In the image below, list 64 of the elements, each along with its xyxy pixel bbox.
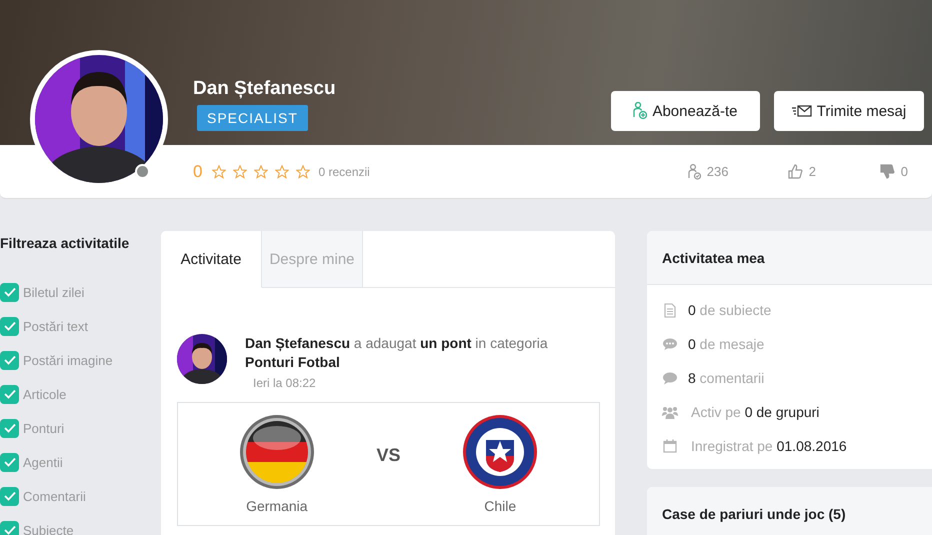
check-icon [4,389,16,399]
filter-heading: Filtreaza activitatile [0,235,130,251]
star-icon [275,164,290,178]
envelope-icon [792,105,812,117]
checkbox[interactable] [0,282,19,302]
team-name: Chile [484,498,516,514]
check-icon [4,423,16,433]
filter-label: Articole [23,386,66,402]
user-plus-icon [633,102,648,120]
activity-stat: 0 de subiecte [688,302,772,318]
activity-stat: Inregistrat pe 01.08.2016 [691,438,847,454]
stat-count: 236 [706,164,728,179]
star-icon [254,164,268,178]
versus-label: VS [376,444,400,466]
check-icon [4,525,16,535]
subscribe-button[interactable]: Abonează-te [611,91,760,131]
check-icon [4,457,16,467]
document-icon [662,302,678,318]
rating-value: 0 [193,162,202,182]
filter-label: Postări imagine [23,352,113,368]
shield-badge-icon [462,414,538,490]
check-icon [4,287,16,297]
card-heading: Case de pariuri unde joc (5) [647,487,932,535]
chat-icon [662,338,678,350]
post-time: Ieri la 08:22 [253,376,317,390]
star-icon [212,164,226,178]
followers-icon [688,164,701,180]
check-icon [4,321,16,331]
filter-label: Agentii [23,454,63,470]
profile-name: Dan Ștefanescu [193,78,336,100]
activity-stat: Activ pe 0 de grupuri [691,404,820,420]
specialist-badge: SPECIALIST [197,105,308,131]
filter-label: Ponturi [23,420,64,436]
comment-icon [662,372,678,384]
tab[interactable]: Activitate [161,231,262,288]
stat-count: 0 [900,164,908,179]
stat-count: 2 [808,164,816,179]
activity-stat: 8 comentarii [688,370,764,386]
activity-text: Dan Ștefanescu a adaugat un pont in categoria Ponturi Fotbal [245,334,549,372]
users-icon [662,406,678,418]
star-icon [296,164,310,178]
card-heading: Activitatea mea [647,231,932,285]
team-name: Germania [246,498,308,514]
calendar-icon [662,439,678,453]
checkbox[interactable] [0,384,19,404]
star-icon [233,164,248,178]
thumbs-up-icon [788,164,803,179]
check-icon [4,491,16,501]
filter-label: Biletul zilei [23,284,84,300]
review-count: 0 recenzii [318,164,370,178]
checkbox[interactable] [0,452,19,472]
checkbox[interactable] [0,486,19,506]
checkbox[interactable] [0,350,19,370]
message-button[interactable]: Trimite mesaj [774,91,924,131]
thumbs-down-icon [880,164,895,179]
activity-stat: 0 de mesaje [688,336,764,352]
filter-label: Subiecte [23,522,74,535]
checkbox[interactable] [0,316,19,336]
filter-label: Comentarii [23,488,86,504]
checkbox[interactable] [0,520,19,535]
flag-badge-icon [238,414,315,490]
check-icon [4,355,16,365]
filter-label: Postări text [23,318,88,334]
checkbox[interactable] [0,418,19,438]
